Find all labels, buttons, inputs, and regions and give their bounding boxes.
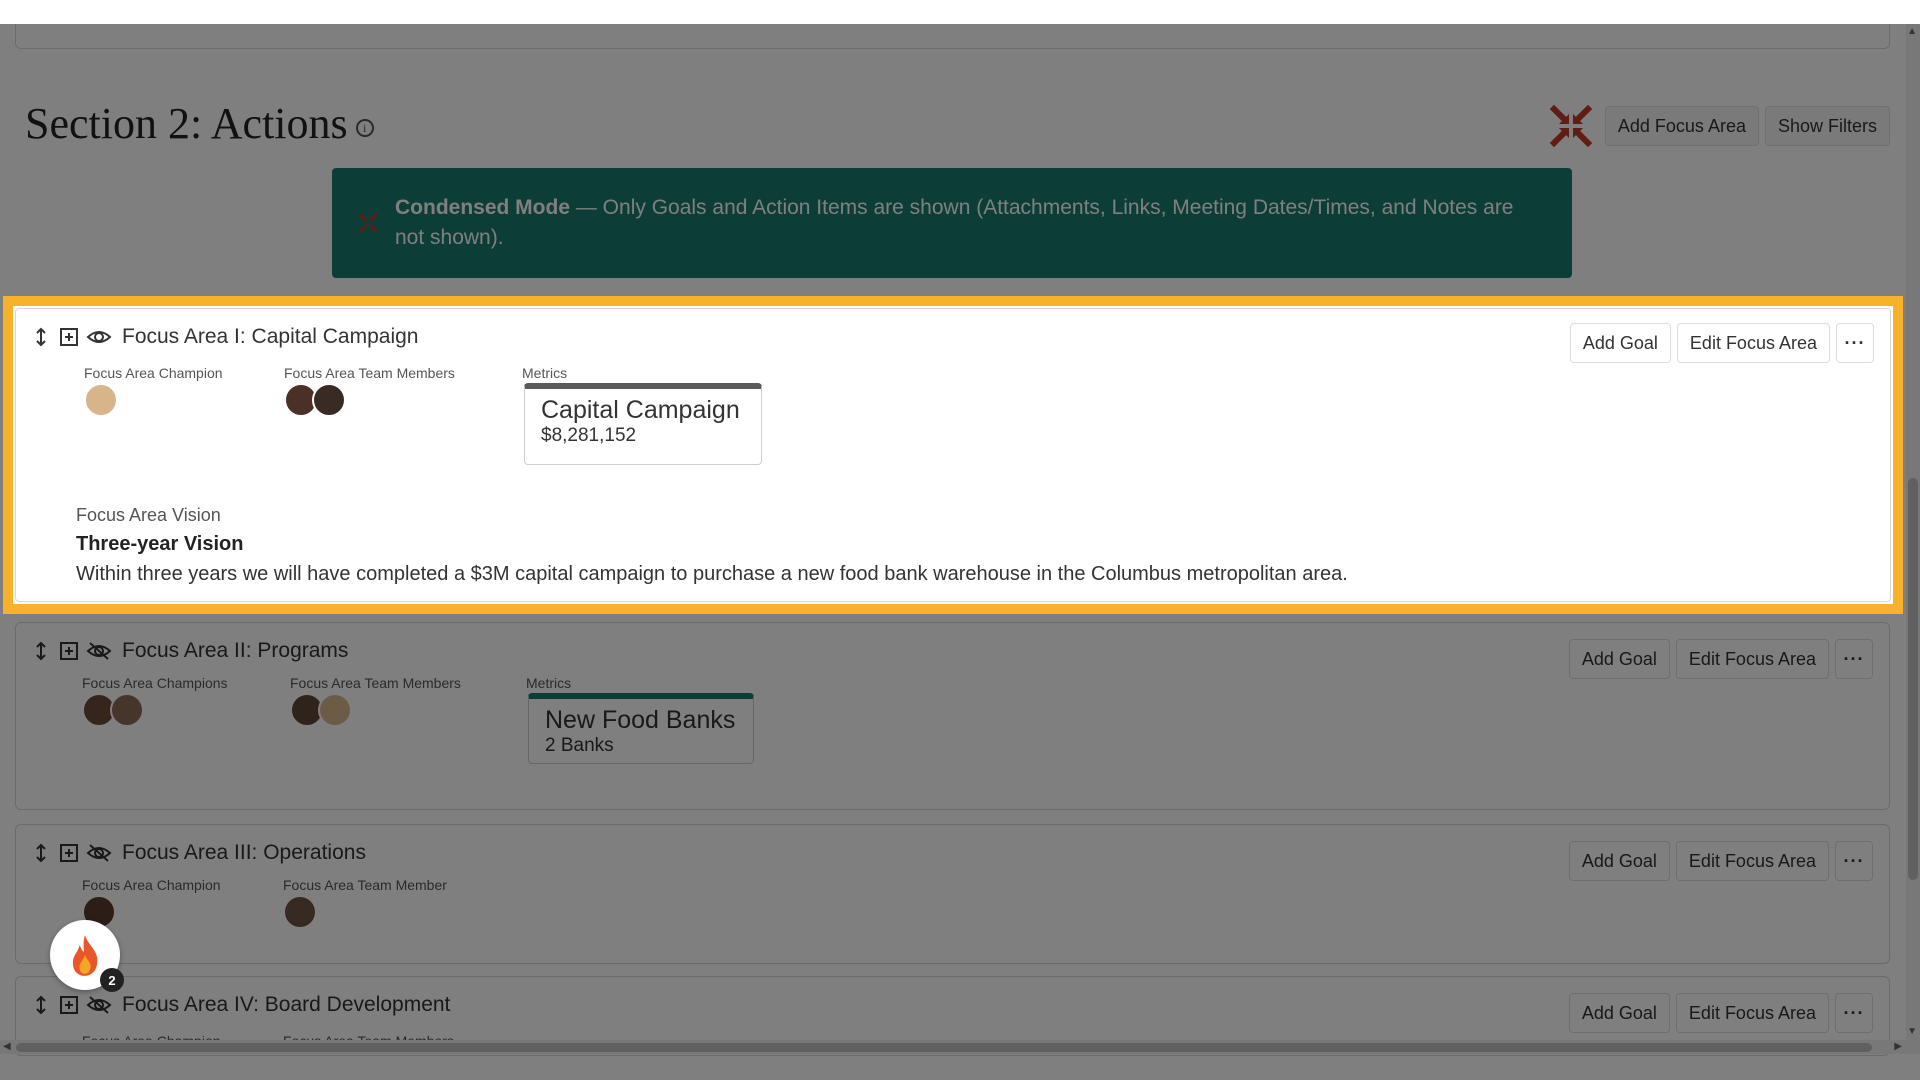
team-members-label: Focus Area Team Members	[284, 365, 455, 381]
drag-handle-icon[interactable]	[30, 326, 52, 348]
vision-text: Within three years we will have complete…	[76, 563, 1348, 585]
metric-card[interactable]: Capital Campaign $8,281,152	[524, 383, 762, 465]
champion-label: Focus Area Champion	[84, 365, 223, 381]
top-bar	[0, 0, 1920, 24]
notification-badge: 2	[100, 968, 124, 992]
vision-title: Three-year Vision	[76, 533, 244, 555]
avatar[interactable]	[84, 383, 118, 417]
eye-icon[interactable]	[86, 326, 112, 348]
focus-area-highlight: Focus Area I: Capital Campaign Add Goal …	[3, 296, 1903, 614]
expand-icon[interactable]	[58, 326, 80, 348]
focus-area-header: Focus Area I: Capital Campaign	[30, 325, 418, 349]
team-avatars	[284, 383, 346, 417]
champion-avatars	[84, 383, 118, 417]
focus-area-card: Focus Area I: Capital Campaign Add Goal …	[15, 308, 1891, 602]
more-options-button[interactable]: ···	[1836, 323, 1874, 363]
metrics-label: Metrics	[522, 365, 568, 381]
edit-focus-area-button[interactable]: Edit Focus Area	[1676, 323, 1830, 363]
metric-value: $8,281,152	[541, 425, 637, 446]
vision-label: Focus Area Vision	[76, 505, 221, 525]
fire-icon	[72, 935, 98, 976]
focus-area-title[interactable]: Focus Area I: Capital Campaign	[122, 325, 418, 349]
avatar[interactable]	[312, 383, 346, 417]
metric-name: Capital Campaign	[541, 396, 740, 424]
focus-area-actions: Add Goal Edit Focus Area ···	[1569, 323, 1874, 363]
add-goal-button[interactable]: Add Goal	[1569, 323, 1671, 363]
